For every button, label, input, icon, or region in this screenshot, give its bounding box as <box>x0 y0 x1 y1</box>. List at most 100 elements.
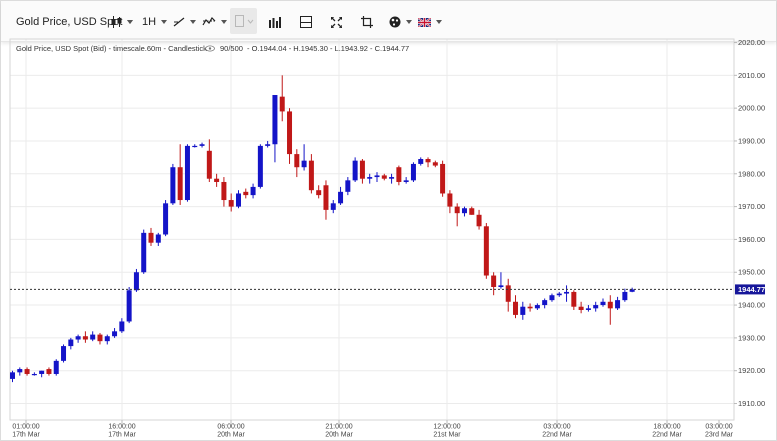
candle-body <box>250 186 256 196</box>
candle <box>24 367 30 376</box>
candle-body <box>24 369 30 374</box>
candle <box>141 229 147 274</box>
candle-body <box>410 163 416 181</box>
candle <box>221 177 227 207</box>
candle-body <box>440 163 446 194</box>
chart-grid <box>10 39 734 420</box>
candle-body <box>17 369 23 373</box>
candle-body <box>469 208 475 215</box>
candle-body <box>447 193 453 207</box>
y-tick-label: 1920.00 <box>738 366 765 375</box>
candle <box>359 159 365 184</box>
candle <box>184 144 190 202</box>
candle-body <box>578 306 584 310</box>
candle <box>330 200 336 214</box>
candle-body <box>498 285 504 288</box>
candle-body <box>432 162 438 166</box>
candle-body <box>119 321 125 332</box>
candle-body <box>170 167 176 204</box>
y-tick-label: 1910.00 <box>738 399 765 408</box>
candle-body <box>505 285 511 302</box>
candle <box>607 295 613 325</box>
candle-body <box>585 308 591 310</box>
candle <box>469 206 475 215</box>
candle <box>272 95 278 163</box>
candle <box>61 344 67 363</box>
candle <box>294 149 300 178</box>
candle-body <box>396 167 402 182</box>
x-tick-date: 20th Mar <box>217 432 245 439</box>
candle <box>367 173 373 184</box>
candle <box>155 232 161 246</box>
candle <box>381 173 387 181</box>
candle-body <box>622 291 628 301</box>
y-tick-label: 1960.00 <box>738 235 765 244</box>
candle <box>75 334 81 343</box>
candle <box>425 157 431 168</box>
y-tick-label: 1940.00 <box>738 301 765 310</box>
candle-counter: 90/500 <box>220 44 243 53</box>
candle <box>308 154 314 194</box>
candle <box>454 203 460 227</box>
candle-body <box>520 306 526 315</box>
x-tick-date: 22nd Mar <box>542 432 572 439</box>
candle <box>257 144 263 189</box>
candle-body <box>192 145 198 148</box>
candle-body <box>126 290 132 322</box>
current-price-label: 1944.77 <box>738 285 765 294</box>
candle-body <box>39 370 45 374</box>
candle-body <box>177 167 183 201</box>
candle-body <box>425 159 431 163</box>
candle <box>265 140 271 148</box>
candle <box>279 75 285 122</box>
candle <box>243 188 249 199</box>
candle <box>615 296 621 310</box>
y-tick-label: 1970.00 <box>738 202 765 211</box>
candle <box>432 160 438 168</box>
candle <box>53 359 59 376</box>
candle <box>287 108 293 164</box>
candle <box>549 293 555 302</box>
candle <box>410 162 416 182</box>
candle-body <box>345 180 351 192</box>
candle-body <box>308 160 314 191</box>
candle <box>498 272 504 289</box>
candle-body <box>352 160 358 181</box>
candle <box>440 160 446 197</box>
candle <box>571 290 577 310</box>
y-tick-label: 2020.00 <box>738 38 765 47</box>
candle <box>316 185 322 199</box>
candle <box>214 173 220 187</box>
candle <box>192 144 198 148</box>
candle <box>17 367 23 376</box>
x-tick-time: 16:00:00 <box>108 424 135 431</box>
candle-body <box>235 193 241 207</box>
time-axis: 01:00:0017th Mar16:00:0017th Mar06:00:00… <box>12 420 734 439</box>
plot-area <box>9 38 735 421</box>
candle-body <box>454 206 460 214</box>
y-tick-label: 2000.00 <box>738 104 765 113</box>
candle-body <box>199 144 205 146</box>
candle-body <box>46 369 52 374</box>
candle-body <box>97 334 103 342</box>
candle <box>235 190 241 209</box>
candle-body <box>571 291 577 307</box>
x-tick-date: 23rd Mar <box>705 432 734 439</box>
candle <box>39 370 45 378</box>
candle-body <box>68 339 74 347</box>
candle <box>520 301 526 320</box>
candle-body <box>214 178 220 182</box>
candle-body <box>389 177 395 179</box>
candle-body <box>549 295 555 301</box>
candle-body <box>75 336 81 340</box>
candle-body <box>31 373 37 376</box>
candle <box>206 139 212 182</box>
y-tick-label: 1980.00 <box>738 169 765 178</box>
candle <box>82 331 88 343</box>
candle <box>250 183 256 199</box>
candle <box>68 337 74 350</box>
candle-body <box>301 160 307 168</box>
candle-body <box>141 232 147 273</box>
candle <box>564 285 570 302</box>
candle-body <box>359 160 365 179</box>
